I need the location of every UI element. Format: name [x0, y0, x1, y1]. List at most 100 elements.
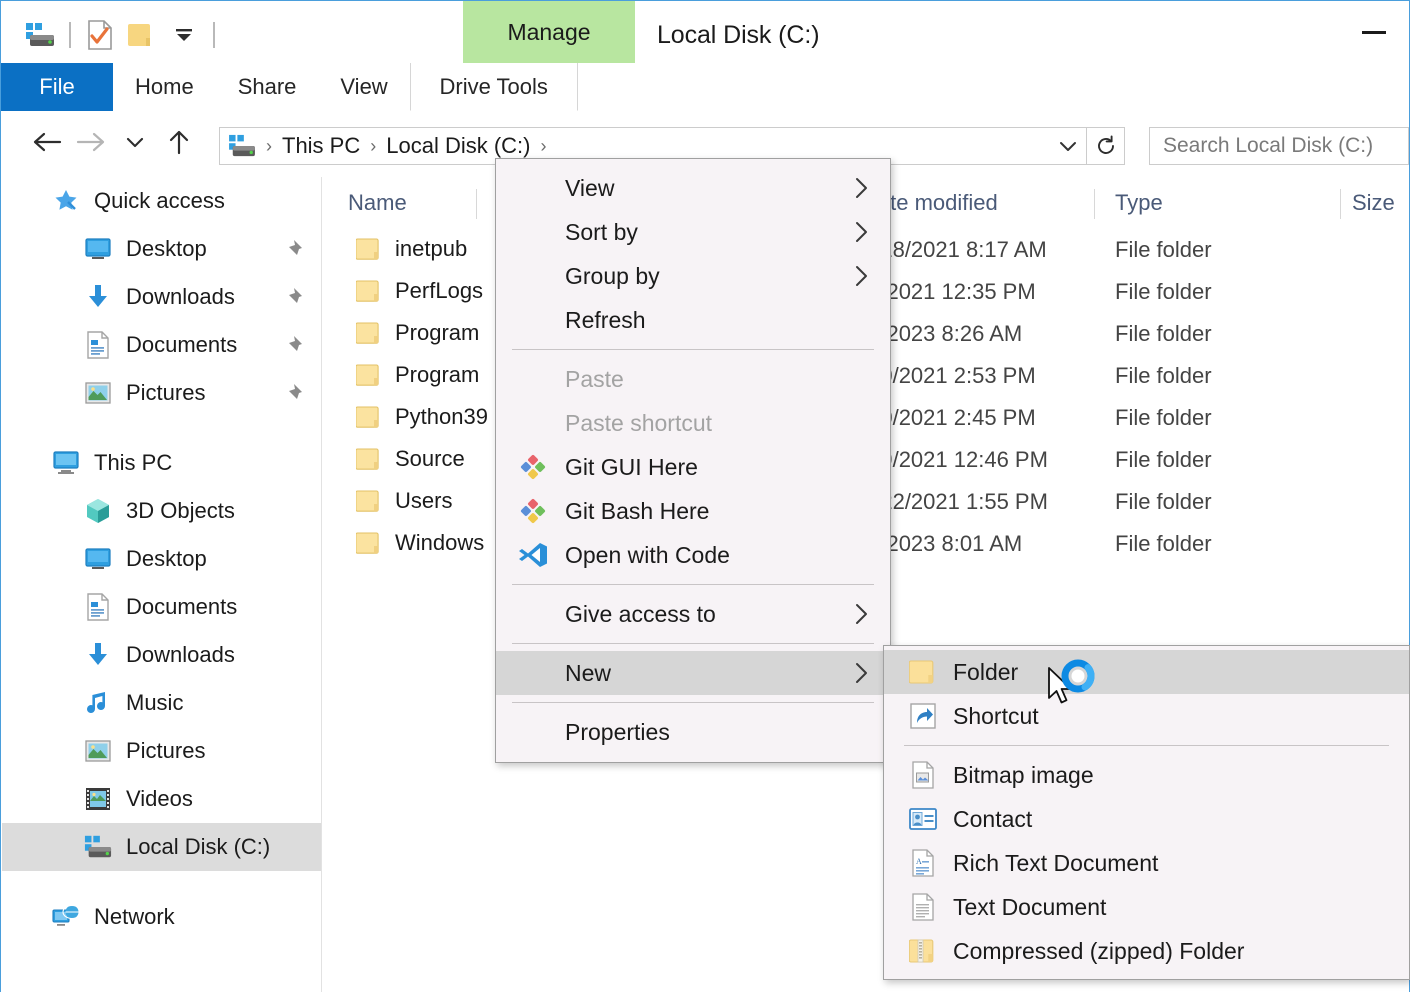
properties-icon[interactable] — [79, 14, 121, 56]
drive-icon[interactable] — [19, 14, 61, 56]
breadcrumb-separator-0: › — [266, 135, 272, 156]
recent-locations-button[interactable] — [113, 120, 157, 164]
contextual-tab-manage[interactable]: Manage — [463, 1, 635, 63]
file-name-cell[interactable]: Source — [356, 446, 465, 472]
sidebar-item-downloads[interactable]: Downloads — [2, 631, 321, 679]
tab-share[interactable]: Share — [216, 63, 319, 111]
submenu-item-text-document[interactable]: Text Document — [884, 885, 1409, 929]
chevron-down-icon — [1060, 142, 1076, 151]
submenu-item-rich-text-document[interactable]: A Rich Text Document — [884, 841, 1409, 885]
menu-item-refresh[interactable]: Refresh — [496, 298, 890, 342]
breadcrumb-this-pc[interactable]: This PC — [282, 133, 360, 159]
submenu-item-bitmap-image[interactable]: Bitmap image — [884, 753, 1409, 797]
minimize-button[interactable] — [1339, 1, 1409, 63]
submenu-item-label: Compressed (zipped) Folder — [953, 937, 1245, 964]
breadcrumb-local-disk[interactable]: Local Disk (C:) — [386, 133, 530, 159]
breadcrumb-separator-1[interactable]: › — [370, 136, 376, 157]
sidebar-item-documents-qa[interactable]: Documents — [2, 321, 321, 369]
forward-button[interactable] — [69, 120, 113, 164]
folder-icon — [356, 364, 379, 386]
menu-item-properties[interactable]: Properties — [496, 710, 890, 754]
menu-item-open-with-code[interactable]: Open with Code — [496, 533, 890, 577]
menu-item-label: Properties — [565, 718, 670, 745]
sidebar-label: Videos — [126, 786, 193, 811]
sidebar-item-videos[interactable]: Videos — [2, 775, 321, 823]
menu-item-view[interactable]: View — [496, 166, 890, 210]
column-divider-2[interactable] — [1094, 189, 1095, 219]
sidebar-item-desktop[interactable]: Desktop — [2, 535, 321, 583]
sidebar-group-network[interactable]: Network — [2, 893, 321, 941]
new-submenu[interactable]: Folder Shortcut Bitmap image Contact A R… — [883, 645, 1410, 980]
customize-dropdown-icon[interactable] — [163, 14, 205, 56]
desktop-icon — [84, 545, 112, 573]
menu-item-group-by[interactable]: Group by — [496, 254, 890, 298]
sidebar-item-pictures-qa[interactable]: Pictures — [2, 369, 321, 417]
column-header-name[interactable]: Name — [348, 190, 407, 216]
file-name-cell[interactable]: PerfLogs — [356, 278, 483, 304]
sidebar-item-3d-objects[interactable]: 3D Objects — [2, 487, 321, 535]
column-header-type[interactable]: Type — [1115, 190, 1163, 216]
back-button[interactable] — [25, 120, 69, 164]
file-name: PerfLogs — [395, 278, 484, 303]
file-name-cell[interactable]: Python39 — [356, 404, 488, 430]
context-menu[interactable]: View Sort by Group by Refresh Paste Past… — [495, 158, 891, 763]
refresh-button[interactable] — [1087, 127, 1125, 165]
drive-icon — [84, 833, 112, 861]
sidebar-group-this-pc[interactable]: This PC — [2, 439, 321, 487]
menu-separator — [512, 349, 874, 350]
tab-file[interactable]: File — [1, 63, 113, 111]
file-name-cell[interactable]: inetpub — [356, 236, 467, 262]
submenu-item-shortcut[interactable]: Shortcut — [884, 694, 1409, 738]
address-dropdown-button[interactable] — [1049, 127, 1087, 165]
chevron-right-icon — [855, 265, 868, 287]
column-divider-3[interactable] — [1340, 189, 1341, 219]
sidebar-item-desktop-qa[interactable]: Desktop — [2, 225, 321, 273]
submenu-item-compressed-zipped-folder[interactable]: Compressed (zipped) Folder — [884, 929, 1409, 973]
sidebar-item-pictures[interactable]: Pictures — [2, 727, 321, 775]
file-name: Windows — [395, 530, 485, 555]
minimize-icon — [1362, 30, 1386, 34]
new-folder-icon[interactable] — [121, 14, 163, 56]
sidebar-item-music[interactable]: Music — [2, 679, 321, 727]
submenu-item-folder[interactable]: Folder — [884, 650, 1409, 694]
breadcrumb-separator-2[interactable]: › — [541, 136, 547, 157]
sidebar-item-downloads-qa[interactable]: Downloads — [2, 273, 321, 321]
menu-item-label: Git Bash Here — [565, 497, 710, 524]
pin-icon[interactable] — [283, 239, 303, 259]
tab-drive-tools[interactable]: Drive Tools — [409, 63, 578, 111]
pin-icon[interactable] — [283, 383, 303, 403]
file-name-cell[interactable]: Windows — [356, 530, 484, 556]
column-divider-1[interactable] — [476, 189, 477, 219]
up-button[interactable] — [157, 120, 201, 164]
folder-icon — [356, 280, 379, 302]
sidebar-item-local-disk-c[interactable]: Local Disk (C:) — [2, 823, 321, 871]
sidebar-label: Local Disk (C:) — [126, 834, 271, 859]
search-input[interactable]: Search Local Disk (C:) — [1149, 127, 1409, 165]
submenu-item-contact[interactable]: Contact — [884, 797, 1409, 841]
column-header-size[interactable]: Size — [1352, 190, 1395, 216]
menu-item-git-gui-here[interactable]: Git GUI Here — [496, 445, 890, 489]
menu-item-git-bash-here[interactable]: Git Bash Here — [496, 489, 890, 533]
sidebar-label: Desktop — [126, 546, 207, 571]
submenu-item-label: Shortcut — [953, 702, 1039, 729]
file-name: Python39 — [395, 404, 488, 429]
pin-icon[interactable] — [283, 287, 303, 307]
file-name-cell[interactable]: Program — [356, 320, 479, 346]
menu-item-new[interactable]: New — [496, 651, 890, 695]
file-name-cell[interactable]: Users — [356, 488, 452, 514]
tab-home[interactable]: Home — [113, 63, 216, 111]
sidebar-item-documents[interactable]: Documents — [2, 583, 321, 631]
menu-item-sort-by[interactable]: Sort by — [496, 210, 890, 254]
tab-view[interactable]: View — [318, 63, 409, 111]
videos-icon — [84, 785, 112, 813]
pin-icon[interactable] — [283, 335, 303, 355]
menu-item-give-access-to[interactable]: Give access to — [496, 592, 890, 636]
contact-icon — [908, 804, 938, 834]
sidebar-group-quick-access[interactable]: Quick access — [2, 177, 321, 225]
file-name-cell[interactable]: Program — [356, 362, 479, 388]
navigation-pane[interactable]: Quick access Desktop Downloads Documents — [2, 177, 322, 992]
downloads-icon — [84, 283, 112, 311]
submenu-item-label: Contact — [953, 805, 1033, 832]
menu-separator — [512, 702, 874, 703]
